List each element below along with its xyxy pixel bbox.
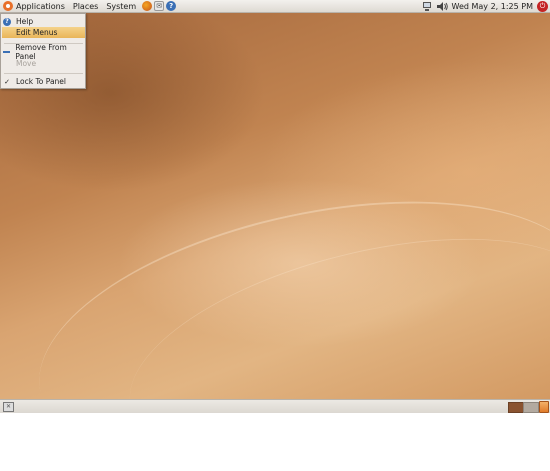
menu-item-edit-menus[interactable]: Edit Menus [2, 27, 85, 38]
mail-icon[interactable]: ✉ [154, 1, 165, 11]
bottom-panel: ✕ [0, 399, 550, 413]
panel-context-menu: ? Help Edit Menus Remove From Panel Move… [0, 13, 86, 89]
menu-item-remove-from-panel[interactable]: Remove From Panel [2, 43, 85, 61]
menu-item-label: Help [16, 17, 34, 26]
menu-item-help[interactable]: ? Help [2, 16, 85, 27]
system-menu[interactable]: System [102, 2, 140, 11]
menu-item-label: Edit Menus [16, 28, 58, 37]
help-icon: ? [2, 17, 12, 26]
firefox-icon[interactable] [142, 1, 153, 11]
top-panel: Applications Places System ✉ ? Wed May 2… [0, 0, 550, 13]
menu-separator [4, 73, 83, 74]
menu-item-move: Move [2, 58, 85, 69]
menu-item-lock-to-panel[interactable]: ✓ Lock To Panel [2, 76, 85, 87]
help-icon[interactable]: ? [166, 1, 177, 11]
menu-item-label: Move [16, 59, 37, 68]
workspace-1[interactable] [508, 402, 524, 413]
network-icon[interactable] [422, 1, 433, 11]
workspace-2[interactable] [523, 402, 539, 413]
remove-icon [2, 48, 11, 56]
check-icon: ✓ [4, 77, 10, 86]
power-icon[interactable]: ⏻ [537, 0, 548, 12]
show-desktop-icon[interactable]: ✕ [3, 402, 14, 412]
menu-item-label: Lock To Panel [16, 77, 66, 86]
places-menu[interactable]: Places [69, 2, 102, 11]
ubuntu-logo-icon[interactable] [3, 1, 13, 11]
volume-icon[interactable] [436, 1, 448, 11]
trash-icon[interactable] [539, 401, 549, 413]
clock[interactable]: Wed May 2, 1:25 PM [452, 2, 533, 11]
applications-menu[interactable]: Applications [16, 2, 69, 11]
